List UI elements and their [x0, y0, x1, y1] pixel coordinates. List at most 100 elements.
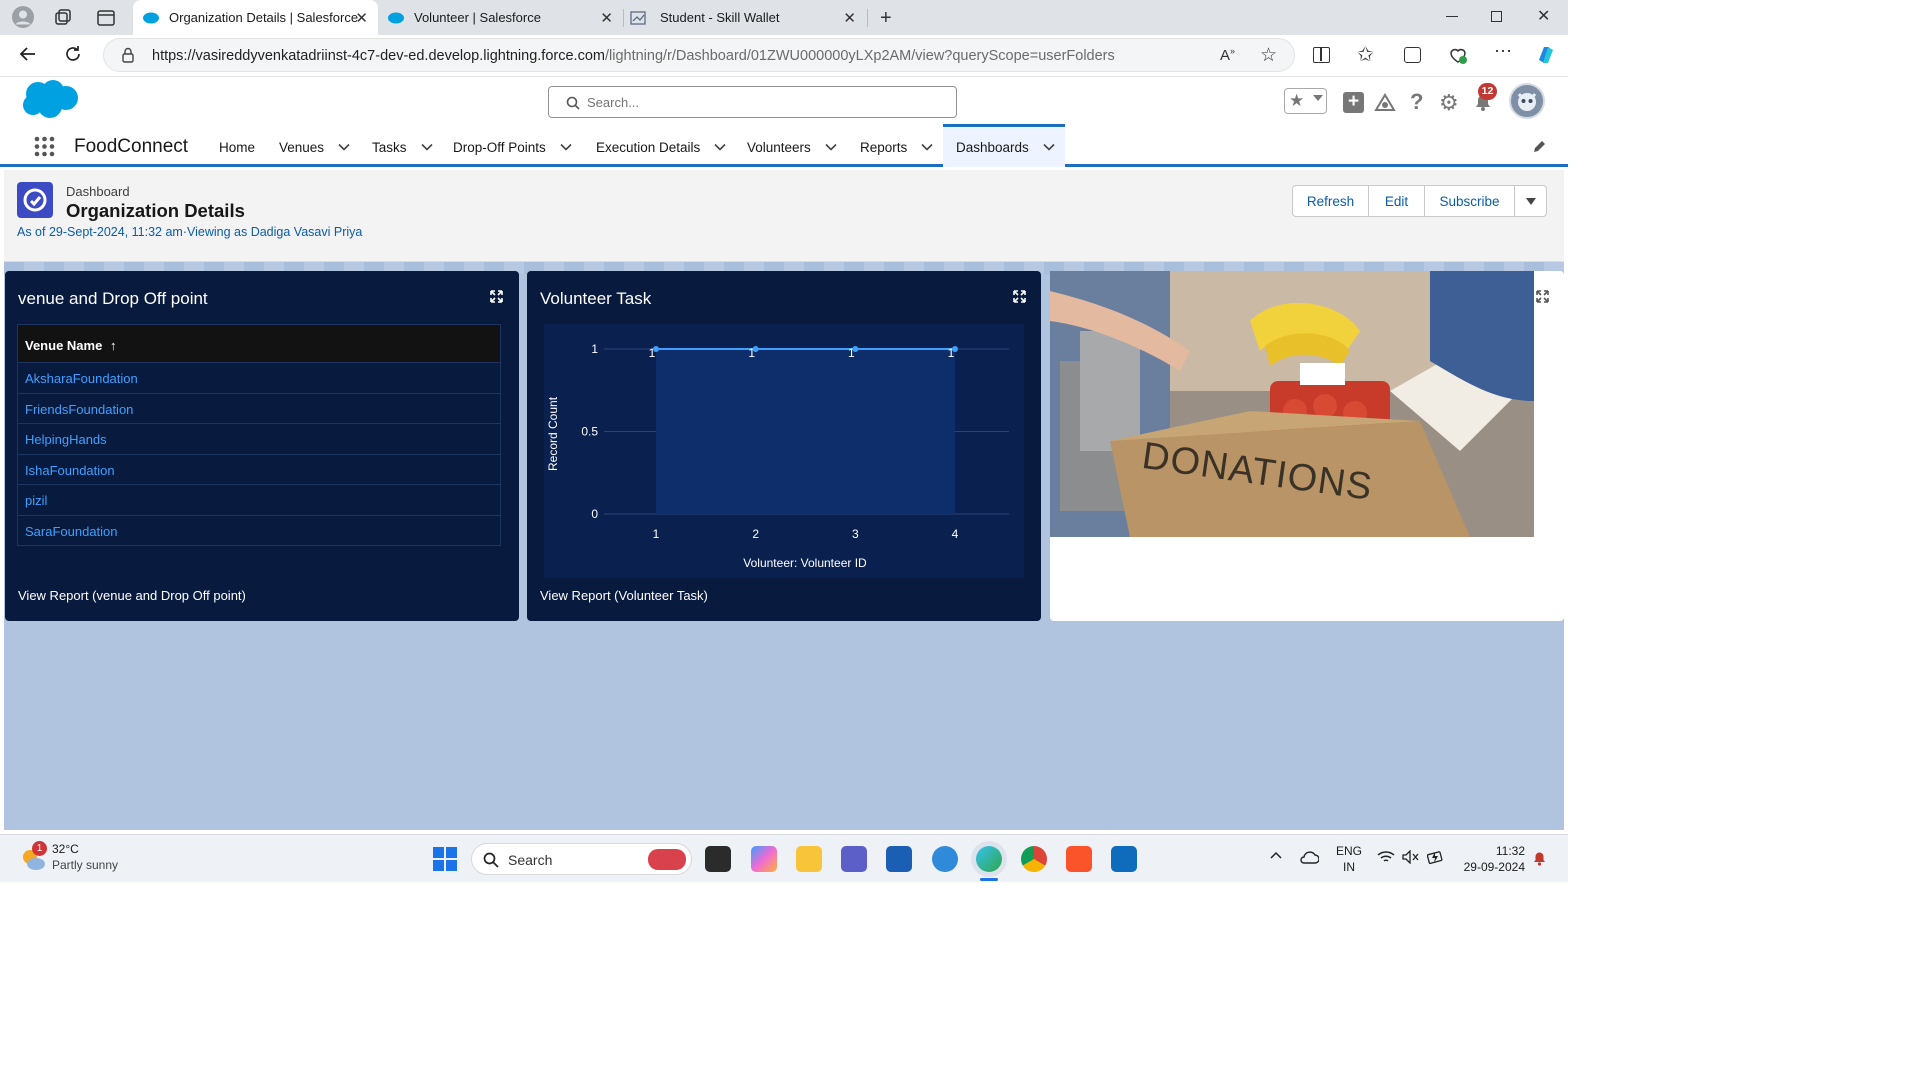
- expand-icon[interactable]: [1536, 290, 1549, 303]
- app-launcher-icon[interactable]: [34, 136, 55, 157]
- weather-widget[interactable]: 1 32°C Partly sunny: [18, 841, 138, 877]
- volume-muted-icon[interactable]: [1402, 850, 1420, 864]
- view-report-link[interactable]: View Report (Volunteer Task): [540, 588, 708, 603]
- widget-volunteer-task-chart: Volunteer Task 1 0.5 0 1 1 1 1 1 2 3 4 Volunteer: V…: [527, 271, 1041, 621]
- salesforce-cloud-icon: [388, 12, 404, 23]
- close-tab-icon[interactable]: ✕: [355, 9, 368, 27]
- global-search-input[interactable]: Search...: [548, 86, 957, 118]
- url-host: https://vasireddyvenkatadriinst-4c7-dev-…: [152, 48, 605, 64]
- nav-item-volunteers[interactable]: Volunteers: [747, 127, 837, 167]
- task-view-icon[interactable]: [705, 846, 731, 872]
- more-options-icon[interactable]: ⋯: [1494, 41, 1512, 62]
- dashboard-as-of-subtitle[interactable]: As of 29-Sept-2024, 11:32 am·Viewing as …: [17, 225, 362, 239]
- nav-item-drop-off-points[interactable]: Drop-Off Points: [453, 127, 572, 167]
- tab-title: Student - Skill Wallet: [660, 10, 780, 25]
- chevron-down-icon[interactable]: [1313, 95, 1323, 101]
- table-row[interactable]: SaraFoundation: [18, 514, 500, 546]
- chevron-down-icon[interactable]: [1043, 143, 1055, 151]
- user-avatar[interactable]: [1509, 83, 1545, 119]
- reload-icon[interactable]: [64, 45, 82, 63]
- nav-item-execution-details[interactable]: Execution Details: [596, 127, 726, 167]
- browser-tab-organization-details[interactable]: Organization Details | Salesforce ✕: [133, 0, 378, 35]
- table-row[interactable]: pizil: [18, 484, 500, 515]
- expand-icon[interactable]: [1013, 290, 1026, 303]
- salesforce-logo[interactable]: [20, 79, 79, 121]
- split-screen-icon[interactable]: [1313, 47, 1330, 63]
- notification-count-badge: 12: [1478, 83, 1497, 100]
- chevron-down-icon[interactable]: [338, 143, 350, 151]
- search-highlight-icon: [648, 849, 686, 870]
- nav-item-venues[interactable]: Venues: [279, 127, 350, 167]
- taskbar-search[interactable]: Search: [471, 843, 692, 875]
- table-row[interactable]: FriendsFoundation: [18, 392, 500, 424]
- file-explorer-icon[interactable]: [796, 846, 822, 872]
- lock-icon[interactable]: [121, 47, 135, 63]
- close-tab-icon[interactable]: ✕: [843, 9, 856, 27]
- nav-item-tasks[interactable]: Tasks: [372, 127, 433, 167]
- chrome-icon[interactable]: [1021, 846, 1047, 872]
- nav-item-dashboards[interactable]: Dashboards: [943, 124, 1065, 167]
- refresh-button[interactable]: Refresh: [1292, 185, 1369, 217]
- table-row[interactable]: IshaFoundation: [18, 453, 500, 485]
- object-type-label: Dashboard: [66, 184, 130, 199]
- collections-icon[interactable]: [1404, 47, 1421, 63]
- chevron-down-icon[interactable]: [420, 143, 433, 151]
- wifi-icon[interactable]: [1377, 850, 1395, 864]
- favorite-star-icon[interactable]: ☆: [1260, 44, 1277, 67]
- pinned-app-icon[interactable]: [932, 846, 958, 872]
- clock-time: 11:32: [1495, 844, 1525, 858]
- table-row[interactable]: HelpingHands: [18, 423, 500, 454]
- table-row[interactable]: AksharaFoundation: [18, 362, 500, 393]
- close-window-icon[interactable]: ✕: [1537, 6, 1550, 26]
- chevron-down-icon[interactable]: [825, 143, 837, 151]
- battery-charging-icon[interactable]: [1427, 849, 1445, 865]
- chevron-down-icon[interactable]: [921, 143, 933, 151]
- edit-button[interactable]: Edit: [1368, 185, 1425, 217]
- vertical-tabs-icon[interactable]: [96, 8, 116, 28]
- notification-center-bell-icon[interactable]: [1532, 850, 1547, 867]
- salesforce-cloud-icon: [143, 12, 159, 23]
- browser-essentials-icon[interactable]: [1448, 45, 1468, 65]
- restore-icon[interactable]: [1491, 11, 1502, 22]
- browser-tab-volunteer[interactable]: Volunteer | Salesforce ✕: [378, 0, 623, 35]
- read-aloud-icon[interactable]: A»: [1220, 46, 1235, 64]
- chevron-down-icon[interactable]: [714, 143, 726, 151]
- global-actions-icon[interactable]: +: [1343, 92, 1364, 113]
- microsoft-store-icon[interactable]: [886, 846, 912, 872]
- copilot-icon[interactable]: [1535, 44, 1557, 66]
- start-windows-icon[interactable]: [433, 847, 457, 871]
- show-hidden-icons-chevron[interactable]: [1270, 851, 1282, 859]
- chevron-down-icon[interactable]: [560, 143, 572, 151]
- minimize-icon[interactable]: [1446, 16, 1458, 17]
- edit-nav-pencil-icon[interactable]: [1532, 139, 1547, 154]
- x-tick-label: 2: [752, 527, 759, 541]
- setup-gear-icon[interactable]: ⚙: [1439, 90, 1459, 116]
- onedrive-cloud-icon[interactable]: [1299, 851, 1319, 864]
- profile-icon[interactable]: [12, 6, 34, 28]
- nav-item-reports[interactable]: Reports: [860, 127, 933, 167]
- system-clock[interactable]: 11:32 29-09-2024: [1457, 843, 1525, 875]
- copilot-app-icon[interactable]: [751, 846, 777, 872]
- help-icon[interactable]: ?: [1410, 89, 1423, 115]
- edge-browser-icon[interactable]: [976, 846, 1002, 872]
- more-actions-button[interactable]: [1514, 185, 1547, 217]
- url-field[interactable]: https://vasireddyvenkatadriinst-4c7-dev-…: [103, 38, 1295, 72]
- new-tab-icon[interactable]: +: [880, 7, 892, 30]
- subscribe-button[interactable]: Subscribe: [1424, 185, 1515, 217]
- trailhead-icon[interactable]: [1374, 92, 1396, 112]
- favorites-icon[interactable]: ✩: [1357, 42, 1374, 67]
- back-icon[interactable]: [19, 45, 37, 63]
- workspaces-icon[interactable]: [53, 8, 73, 28]
- expand-icon[interactable]: [490, 290, 503, 303]
- teams-icon[interactable]: [841, 846, 867, 872]
- sort-ascending-icon[interactable]: ↑: [110, 338, 117, 353]
- view-report-link[interactable]: View Report (venue and Drop Off point): [18, 588, 246, 603]
- browser-tab-skill-wallet[interactable]: Student - Skill Wallet ✕: [624, 0, 866, 35]
- brave-icon[interactable]: [1066, 846, 1092, 872]
- language-indicator[interactable]: ENG IN: [1336, 843, 1362, 875]
- favorites-button[interactable]: ★: [1284, 88, 1327, 114]
- column-header-venue-name[interactable]: Venue Name ↑: [18, 325, 500, 362]
- nav-item-home[interactable]: Home: [219, 127, 255, 167]
- close-tab-icon[interactable]: ✕: [600, 9, 613, 27]
- outlook-icon[interactable]: [1111, 846, 1137, 872]
